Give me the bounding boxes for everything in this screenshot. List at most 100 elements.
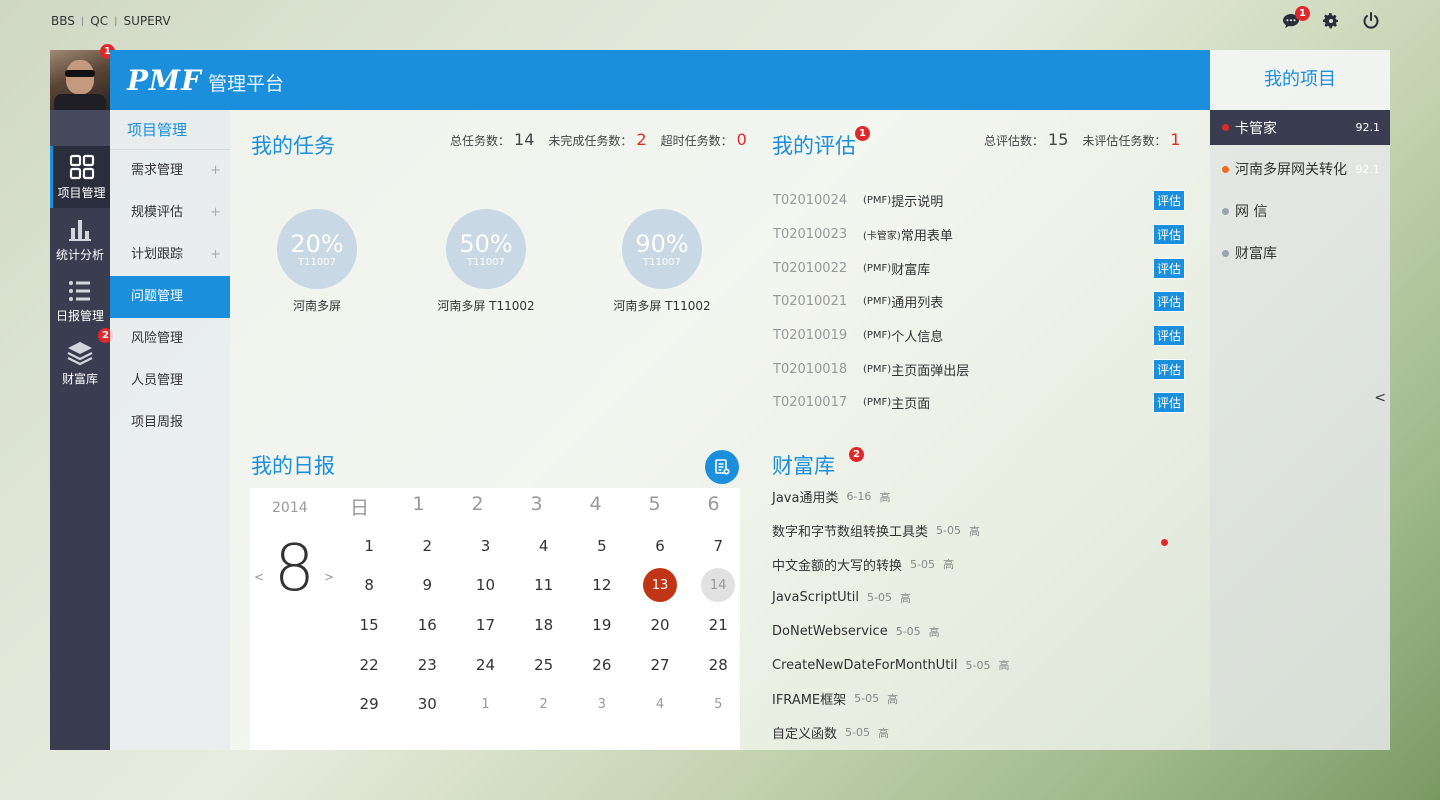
calendar-day[interactable]: 15 — [340, 605, 398, 645]
logo[interactable]: PMF — [127, 64, 202, 97]
list-item[interactable]: CreateNewDateForMonthUtil 5-05 高 — [772, 648, 1192, 682]
evaluate-button[interactable]: 评估 — [1152, 190, 1185, 212]
list-item[interactable]: T02010021 (PMF) 通用列表 评估 — [773, 285, 1185, 319]
calendar-day[interactable]: 29 — [340, 684, 398, 724]
calendar-day[interactable]: 20 — [631, 605, 689, 645]
list-item[interactable]: T02010022 (PMF) 财富库 评估 — [773, 251, 1185, 285]
calendar-day[interactable]: 19 — [573, 605, 631, 645]
list-item[interactable]: T02010017 (PMF) 主页面 评估 — [773, 386, 1185, 420]
list-item[interactable]: T02010018 (PMF) 主页面弹出层 评估 — [773, 352, 1185, 386]
stat-label: 总任务数： — [450, 134, 511, 148]
task-card[interactable]: 20% T11007 河南多屏 — [237, 209, 397, 314]
list-item[interactable]: JavaScriptUtil 5-05 高 — [772, 581, 1192, 615]
calendar-day[interactable]: 7 — [689, 526, 747, 566]
list-item[interactable]: 自定义函数 5-05 高 — [772, 716, 1192, 750]
eval-code: T02010021 — [773, 294, 848, 310]
evaluate-button[interactable]: 评估 — [1152, 257, 1185, 279]
rail-item-statistics[interactable]: 统计分析 — [50, 208, 110, 270]
calendar-day[interactable]: 10 — [456, 566, 514, 606]
avatar[interactable]: 1 — [50, 44, 115, 110]
library-item-name: 数字和字节数组转换工具类 — [772, 525, 929, 541]
calendar-day[interactable]: 12 — [573, 566, 631, 606]
calendar-day[interactable]: 11 — [515, 566, 573, 606]
calendar-day[interactable]: 23 — [398, 645, 456, 685]
task-card[interactable]: 50% T11007 河南多屏 T11002 — [406, 209, 566, 314]
calendar-day[interactable]: 13 — [631, 566, 689, 606]
calendar-day[interactable]: 4 — [515, 526, 573, 566]
calendar-day[interactable]: 1 — [340, 526, 398, 566]
task-code: T11007 — [467, 256, 505, 268]
calendar-day[interactable]: 3 — [456, 526, 514, 566]
menu-item-issues[interactable]: 问题管理 — [110, 276, 230, 318]
menu-item-plan[interactable]: 计划跟踪 + — [110, 234, 230, 276]
menu-item-staff[interactable]: 人员管理 — [110, 360, 230, 402]
calendar-day[interactable]: 22 — [340, 645, 398, 685]
plus-icon[interactable]: + — [210, 192, 221, 234]
menu-item-weekly[interactable]: 项目周报 — [110, 402, 230, 444]
list-item[interactable]: 中文金额的大写的转换 5-05 高 — [772, 547, 1192, 581]
message-button[interactable]: 1 — [1280, 6, 1310, 32]
project-item[interactable]: 财富库 — [1210, 232, 1390, 274]
layers-icon — [67, 341, 93, 365]
project-item[interactable]: 卡管家 92.1 — [1210, 110, 1390, 145]
calendar-day[interactable]: 8 — [340, 566, 398, 606]
calendar-day[interactable]: 16 — [398, 605, 456, 645]
list-item[interactable]: Java通用类 6-16 高 — [772, 480, 1192, 514]
evaluate-button[interactable]: 评估 — [1152, 392, 1185, 414]
evaluate-button[interactable]: 评估 — [1152, 325, 1185, 347]
logout-button[interactable] — [1360, 10, 1382, 32]
calendar-day[interactable]: 14 — [689, 566, 747, 606]
project-item[interactable]: 河南多屏网关转化 92.1 — [1210, 148, 1390, 190]
project-item[interactable]: 网 信 — [1210, 190, 1390, 232]
calendar-day[interactable]: 27 — [631, 645, 689, 685]
task-total: 14 — [514, 130, 535, 149]
calendar-day[interactable]: 21 — [689, 605, 747, 645]
menu-item-requirements[interactable]: 需求管理 + — [110, 150, 230, 192]
calendar-day[interactable]: 1 — [456, 684, 514, 724]
rail-item-daily[interactable]: 日报管理 — [50, 270, 110, 332]
rail-item-project[interactable]: 项目管理 — [50, 146, 110, 208]
calendar-day[interactable]: 5 — [689, 684, 747, 724]
calendar-day[interactable]: 2 — [515, 684, 573, 724]
list-item[interactable]: DoNetWebservice 5-05 高 — [772, 615, 1192, 649]
calendar-day[interactable]: 28 — [689, 645, 747, 685]
evaluate-button[interactable]: 评估 — [1152, 358, 1185, 380]
rail-item-library[interactable]: 财富库 2 — [50, 328, 113, 394]
calendar-day[interactable]: 9 — [398, 566, 456, 606]
calendar-day[interactable]: 18 — [515, 605, 573, 645]
settings-button[interactable] — [1320, 10, 1342, 32]
library-item-name: Java通用类 — [772, 491, 839, 507]
calendar-day[interactable]: 17 — [456, 605, 514, 645]
plus-icon[interactable]: + — [210, 150, 221, 192]
list-item[interactable]: T02010019 (PMF) 个人信息 评估 — [773, 319, 1185, 353]
list-item[interactable]: T02010024 (PMF) 提示说明 评估 — [773, 184, 1185, 218]
calendar-day[interactable]: 5 — [573, 526, 631, 566]
evaluation-stats: 总评估数： 15 未评估任务数： 1 — [984, 130, 1181, 149]
list-item[interactable]: IFRAME框架 5-05 高 — [772, 682, 1192, 716]
task-card[interactable]: 90% T11007 河南多屏 T11002 — [582, 209, 742, 314]
calendar-day[interactable]: 24 — [456, 645, 514, 685]
qc-link[interactable]: QC — [90, 14, 108, 28]
new-report-button[interactable] — [705, 450, 739, 484]
menu-item-risk[interactable]: 风险管理 — [110, 318, 230, 360]
evaluate-button[interactable]: 评估 — [1152, 224, 1185, 246]
calendar-day[interactable]: 30 — [398, 684, 456, 724]
plus-icon[interactable]: + — [210, 234, 221, 276]
bbs-link[interactable]: BBS — [51, 14, 75, 28]
eval-tag: (卡管家) — [863, 231, 901, 243]
list-item[interactable]: T02010023 (卡管家) 常用表单 评估 — [773, 218, 1185, 252]
calendar-day[interactable]: 25 — [515, 645, 573, 685]
chevron-left-icon[interactable]: < — [254, 570, 264, 584]
evaluate-button[interactable]: 评估 — [1152, 291, 1185, 313]
collapse-chevron-icon[interactable]: < — [1374, 390, 1386, 406]
superv-link[interactable]: SUPERV — [123, 14, 170, 28]
calendar-day[interactable]: 3 — [573, 684, 631, 724]
calendar-day[interactable]: 4 — [631, 684, 689, 724]
menu-item-scale[interactable]: 规模评估 + — [110, 192, 230, 234]
calendar-day[interactable]: 6 — [631, 526, 689, 566]
library-item-name: 自定义函数 — [772, 727, 838, 743]
calendar-day[interactable]: 26 — [573, 645, 631, 685]
chevron-right-icon[interactable]: > — [324, 570, 334, 584]
calendar-day[interactable]: 2 — [398, 526, 456, 566]
list-item[interactable]: 数字和字节数组转换工具类 5-05 高 — [772, 514, 1192, 548]
